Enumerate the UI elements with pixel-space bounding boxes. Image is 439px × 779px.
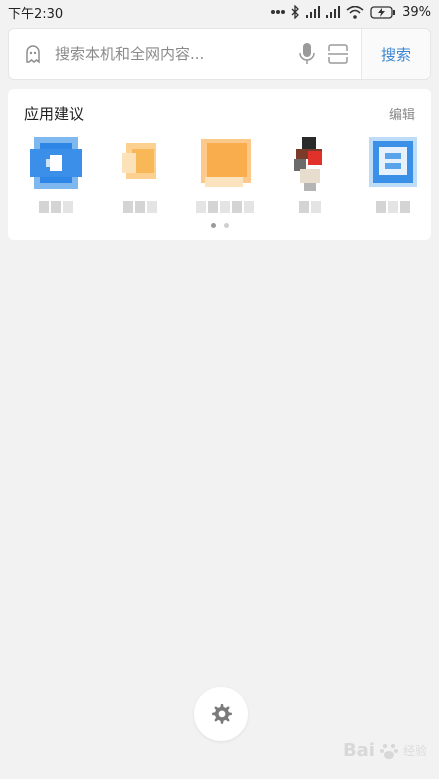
app-list xyxy=(8,133,431,223)
app-label xyxy=(123,201,157,215)
wifi-icon xyxy=(346,5,364,19)
settings-button[interactable] xyxy=(194,687,248,741)
app-item[interactable] xyxy=(358,133,428,215)
scan-icon[interactable] xyxy=(327,44,349,64)
app-item[interactable] xyxy=(275,133,345,215)
app-label xyxy=(299,201,321,215)
page-indicator xyxy=(8,223,431,228)
watermark-subtext: 经验 xyxy=(402,744,427,758)
battery-percent: 39% xyxy=(402,4,431,20)
page-dot-active xyxy=(210,223,216,228)
baidu-watermark: Bai 经验 xyxy=(343,740,427,761)
app-label xyxy=(39,201,73,215)
app-icon xyxy=(122,143,156,179)
app-icon xyxy=(369,137,417,187)
search-bar: 搜索 xyxy=(8,28,431,80)
watermark-text: Bai xyxy=(342,740,375,761)
app-label xyxy=(196,201,254,215)
more-dots-icon xyxy=(271,10,286,14)
edit-button[interactable]: 编辑 xyxy=(389,104,415,123)
app-suggestions-card: 应用建议 编辑 xyxy=(8,89,431,240)
signal-icon xyxy=(306,6,321,18)
signal-icon-2 xyxy=(326,6,341,18)
ghost-icon xyxy=(26,45,40,64)
app-icon xyxy=(294,137,322,191)
app-item[interactable] xyxy=(190,133,260,215)
microphone-icon[interactable] xyxy=(297,42,317,66)
app-item[interactable] xyxy=(21,133,91,215)
battery-charging-icon xyxy=(370,5,396,19)
status-icons: 39% xyxy=(271,5,431,20)
bluetooth-icon xyxy=(291,5,300,19)
app-icon xyxy=(30,137,82,189)
search-button[interactable]: 搜索 xyxy=(361,29,430,79)
app-item[interactable] xyxy=(105,133,175,215)
search-input[interactable] xyxy=(53,44,287,64)
app-suggestions-title: 应用建议 xyxy=(24,104,85,123)
page-dot xyxy=(223,223,229,228)
gear-icon xyxy=(212,704,232,724)
paw-icon xyxy=(379,743,398,759)
search-field-area[interactable] xyxy=(9,29,361,79)
app-icon xyxy=(201,139,251,187)
status-bar: 下午2:30 39% xyxy=(0,0,439,24)
app-label xyxy=(376,201,410,215)
status-time: 下午2:30 xyxy=(8,6,64,22)
